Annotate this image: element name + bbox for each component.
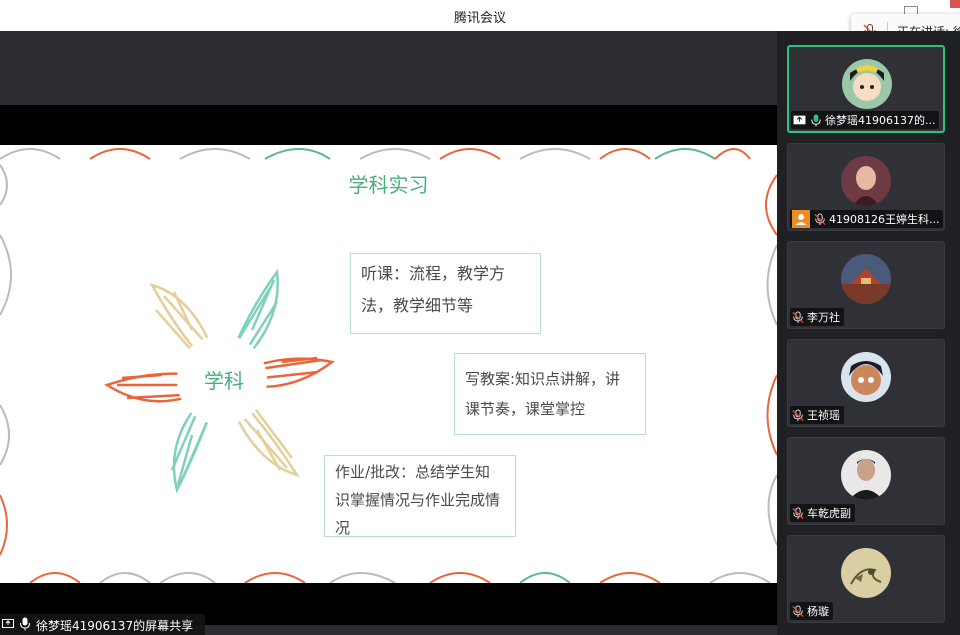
participant-tile[interactable]: 杨璇 <box>787 535 945 623</box>
avatar <box>841 156 891 206</box>
participant-name: 王祯瑶 <box>807 409 840 422</box>
participant-namebar: 李万社 <box>790 308 844 326</box>
slide-title: 学科实习 <box>348 173 429 197</box>
screen-share-icon <box>2 619 14 628</box>
screen-share-text: 徐梦瑶41906137的屏幕共享 <box>36 619 194 633</box>
participant-tile[interactable]: 车乾虎副 <box>787 437 945 525</box>
mic-muted-icon <box>792 311 804 323</box>
participant-namebar: 杨璇 <box>790 602 833 620</box>
letterbox-top <box>0 105 777 145</box>
participant-name: 徐梦瑶41906137的... <box>825 114 936 127</box>
screen-share-icon <box>793 115 806 124</box>
participant-namebar: 徐梦瑶41906137的... <box>791 111 940 129</box>
avatar <box>841 352 891 402</box>
avatar <box>841 254 891 304</box>
participant-namebar: 41908126王婷生科... <box>790 210 944 228</box>
participant-panel: 徐梦瑶41906137的... 41908126王婷生科... 李万社 王祯瑶 … <box>777 31 960 635</box>
listening-box: 听课：流程，教学方法，教学细节等 <box>350 253 541 334</box>
mic-muted-icon <box>814 213 826 225</box>
participant-name: 杨璇 <box>807 605 829 618</box>
participant-tile[interactable]: 徐梦瑶41906137的... <box>787 45 945 133</box>
user-badge-icon <box>792 210 810 228</box>
close-button[interactable] <box>950 0 960 8</box>
avatar <box>842 59 892 109</box>
lesson-plan-box: 写教案:知识点讲解，讲课节奏，课堂掌控 <box>454 353 646 435</box>
mic-muted-icon <box>792 507 804 519</box>
participant-tile[interactable]: 41908126王婷生科... <box>787 143 945 231</box>
participant-name: 车乾虎副 <box>807 507 851 520</box>
participant-namebar: 车乾虎副 <box>790 504 855 522</box>
avatar <box>841 450 891 500</box>
participant-namebar: 王祯瑶 <box>790 406 844 424</box>
participant-tile[interactable]: 王祯瑶 <box>787 339 945 427</box>
mic-muted-icon <box>792 605 804 617</box>
microphone-icon <box>811 113 821 127</box>
flower-center-label: 学科 <box>204 369 244 393</box>
title-bar: 腾讯会议 <box>0 0 960 31</box>
avatar <box>841 548 891 598</box>
participant-name: 李万社 <box>807 311 840 324</box>
participant-name: 41908126王婷生科... <box>829 213 940 226</box>
participant-tile[interactable]: 李万社 <box>787 241 945 329</box>
homework-box: 作业/批改：总结学生知识掌握情况与作业完成情况 <box>324 455 516 537</box>
shared-screen-stage: 学科实习 学科 听课：流程，教学方法，教学细节等 写教案:知识点讲解，讲课节奏，… <box>0 31 777 635</box>
microphone-icon <box>20 617 30 631</box>
mic-muted-icon <box>792 409 804 421</box>
window-title: 腾讯会议 <box>453 11 506 26</box>
presentation-slide: 学科实习 学科 听课：流程，教学方法，教学细节等 写教案:知识点讲解，讲课节奏，… <box>0 145 777 583</box>
screen-share-label: 徐梦瑶41906137的屏幕共享 <box>0 614 205 635</box>
